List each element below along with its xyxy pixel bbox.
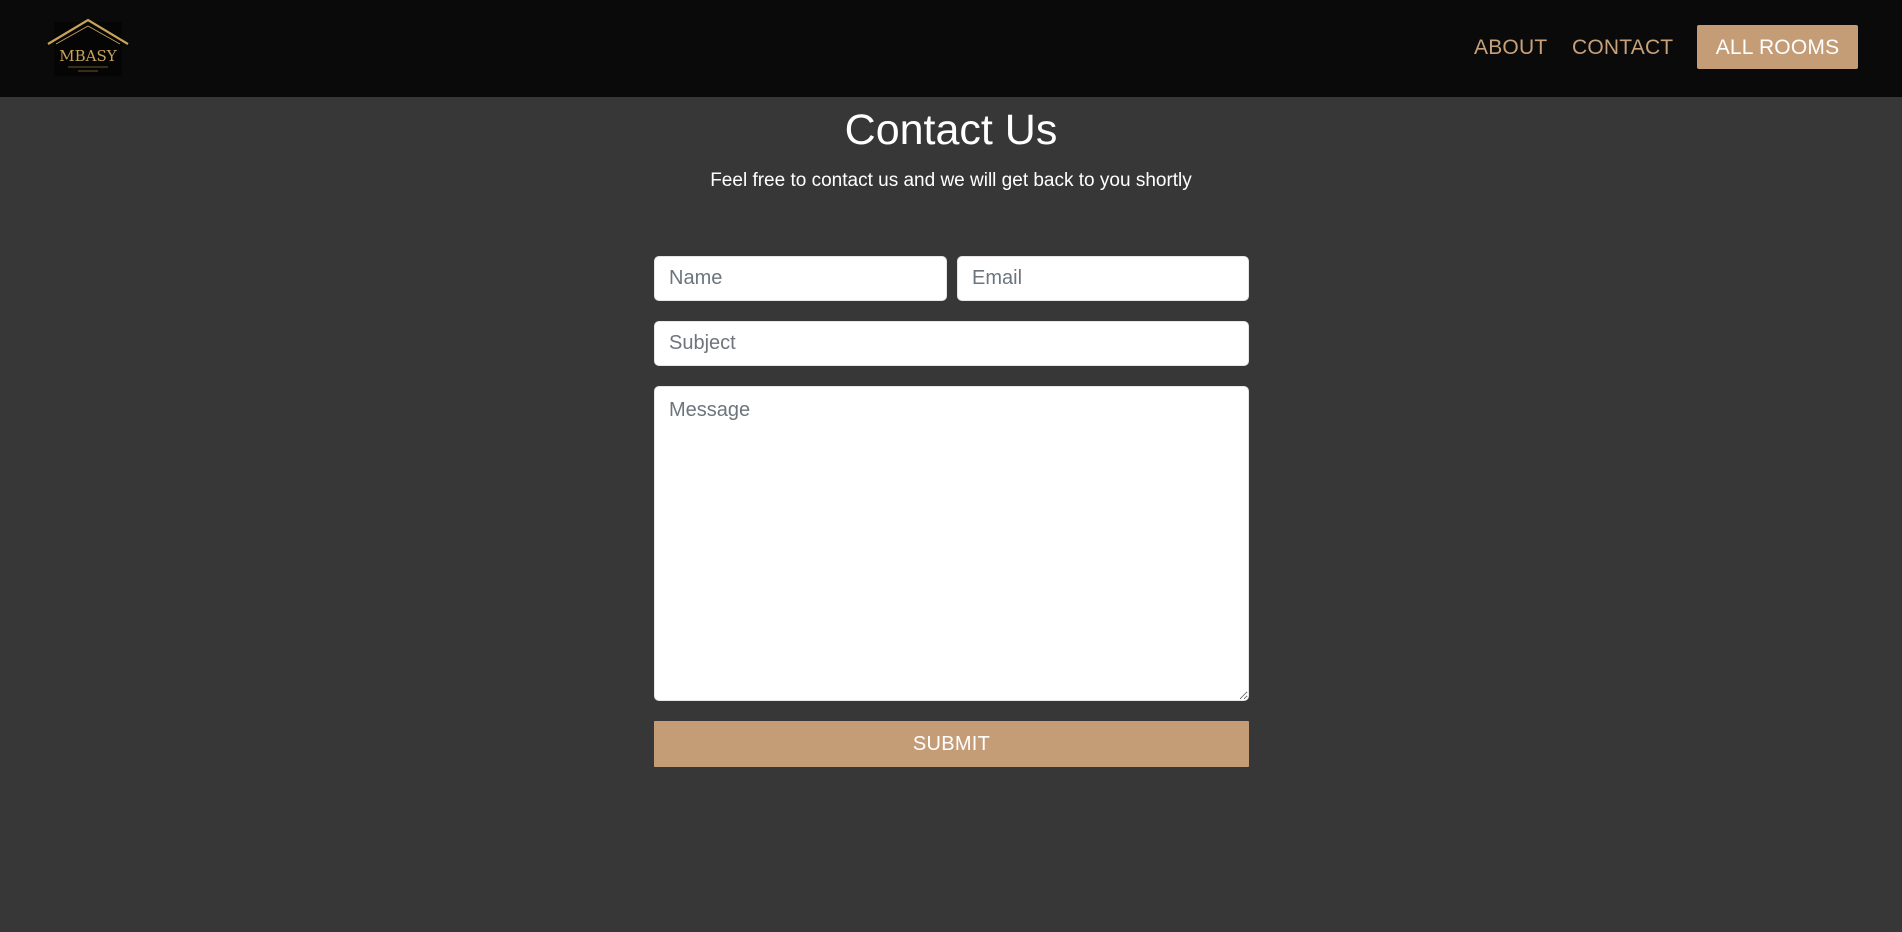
logo-wordmark: MBASY [59,47,117,65]
message-textarea[interactable] [654,386,1249,701]
top-navbar: MBASY ABOUT CONTACT ALL ROOMS [0,0,1902,97]
nav-link-contact[interactable]: CONTACT [1572,36,1673,60]
page-title: Contact Us [844,106,1058,154]
submit-button[interactable]: SUBMIT [654,721,1249,767]
brand-logo[interactable]: MBASY [46,18,130,78]
name-input[interactable] [654,256,947,301]
all-rooms-button[interactable]: ALL ROOMS [1697,25,1858,69]
subject-input[interactable] [654,321,1249,366]
house-roof-logo-icon: MBASY [47,18,129,76]
page-subtitle: Feel free to contact us and we will get … [710,170,1192,191]
nav-link-about[interactable]: ABOUT [1474,36,1547,60]
email-input[interactable] [957,256,1249,301]
